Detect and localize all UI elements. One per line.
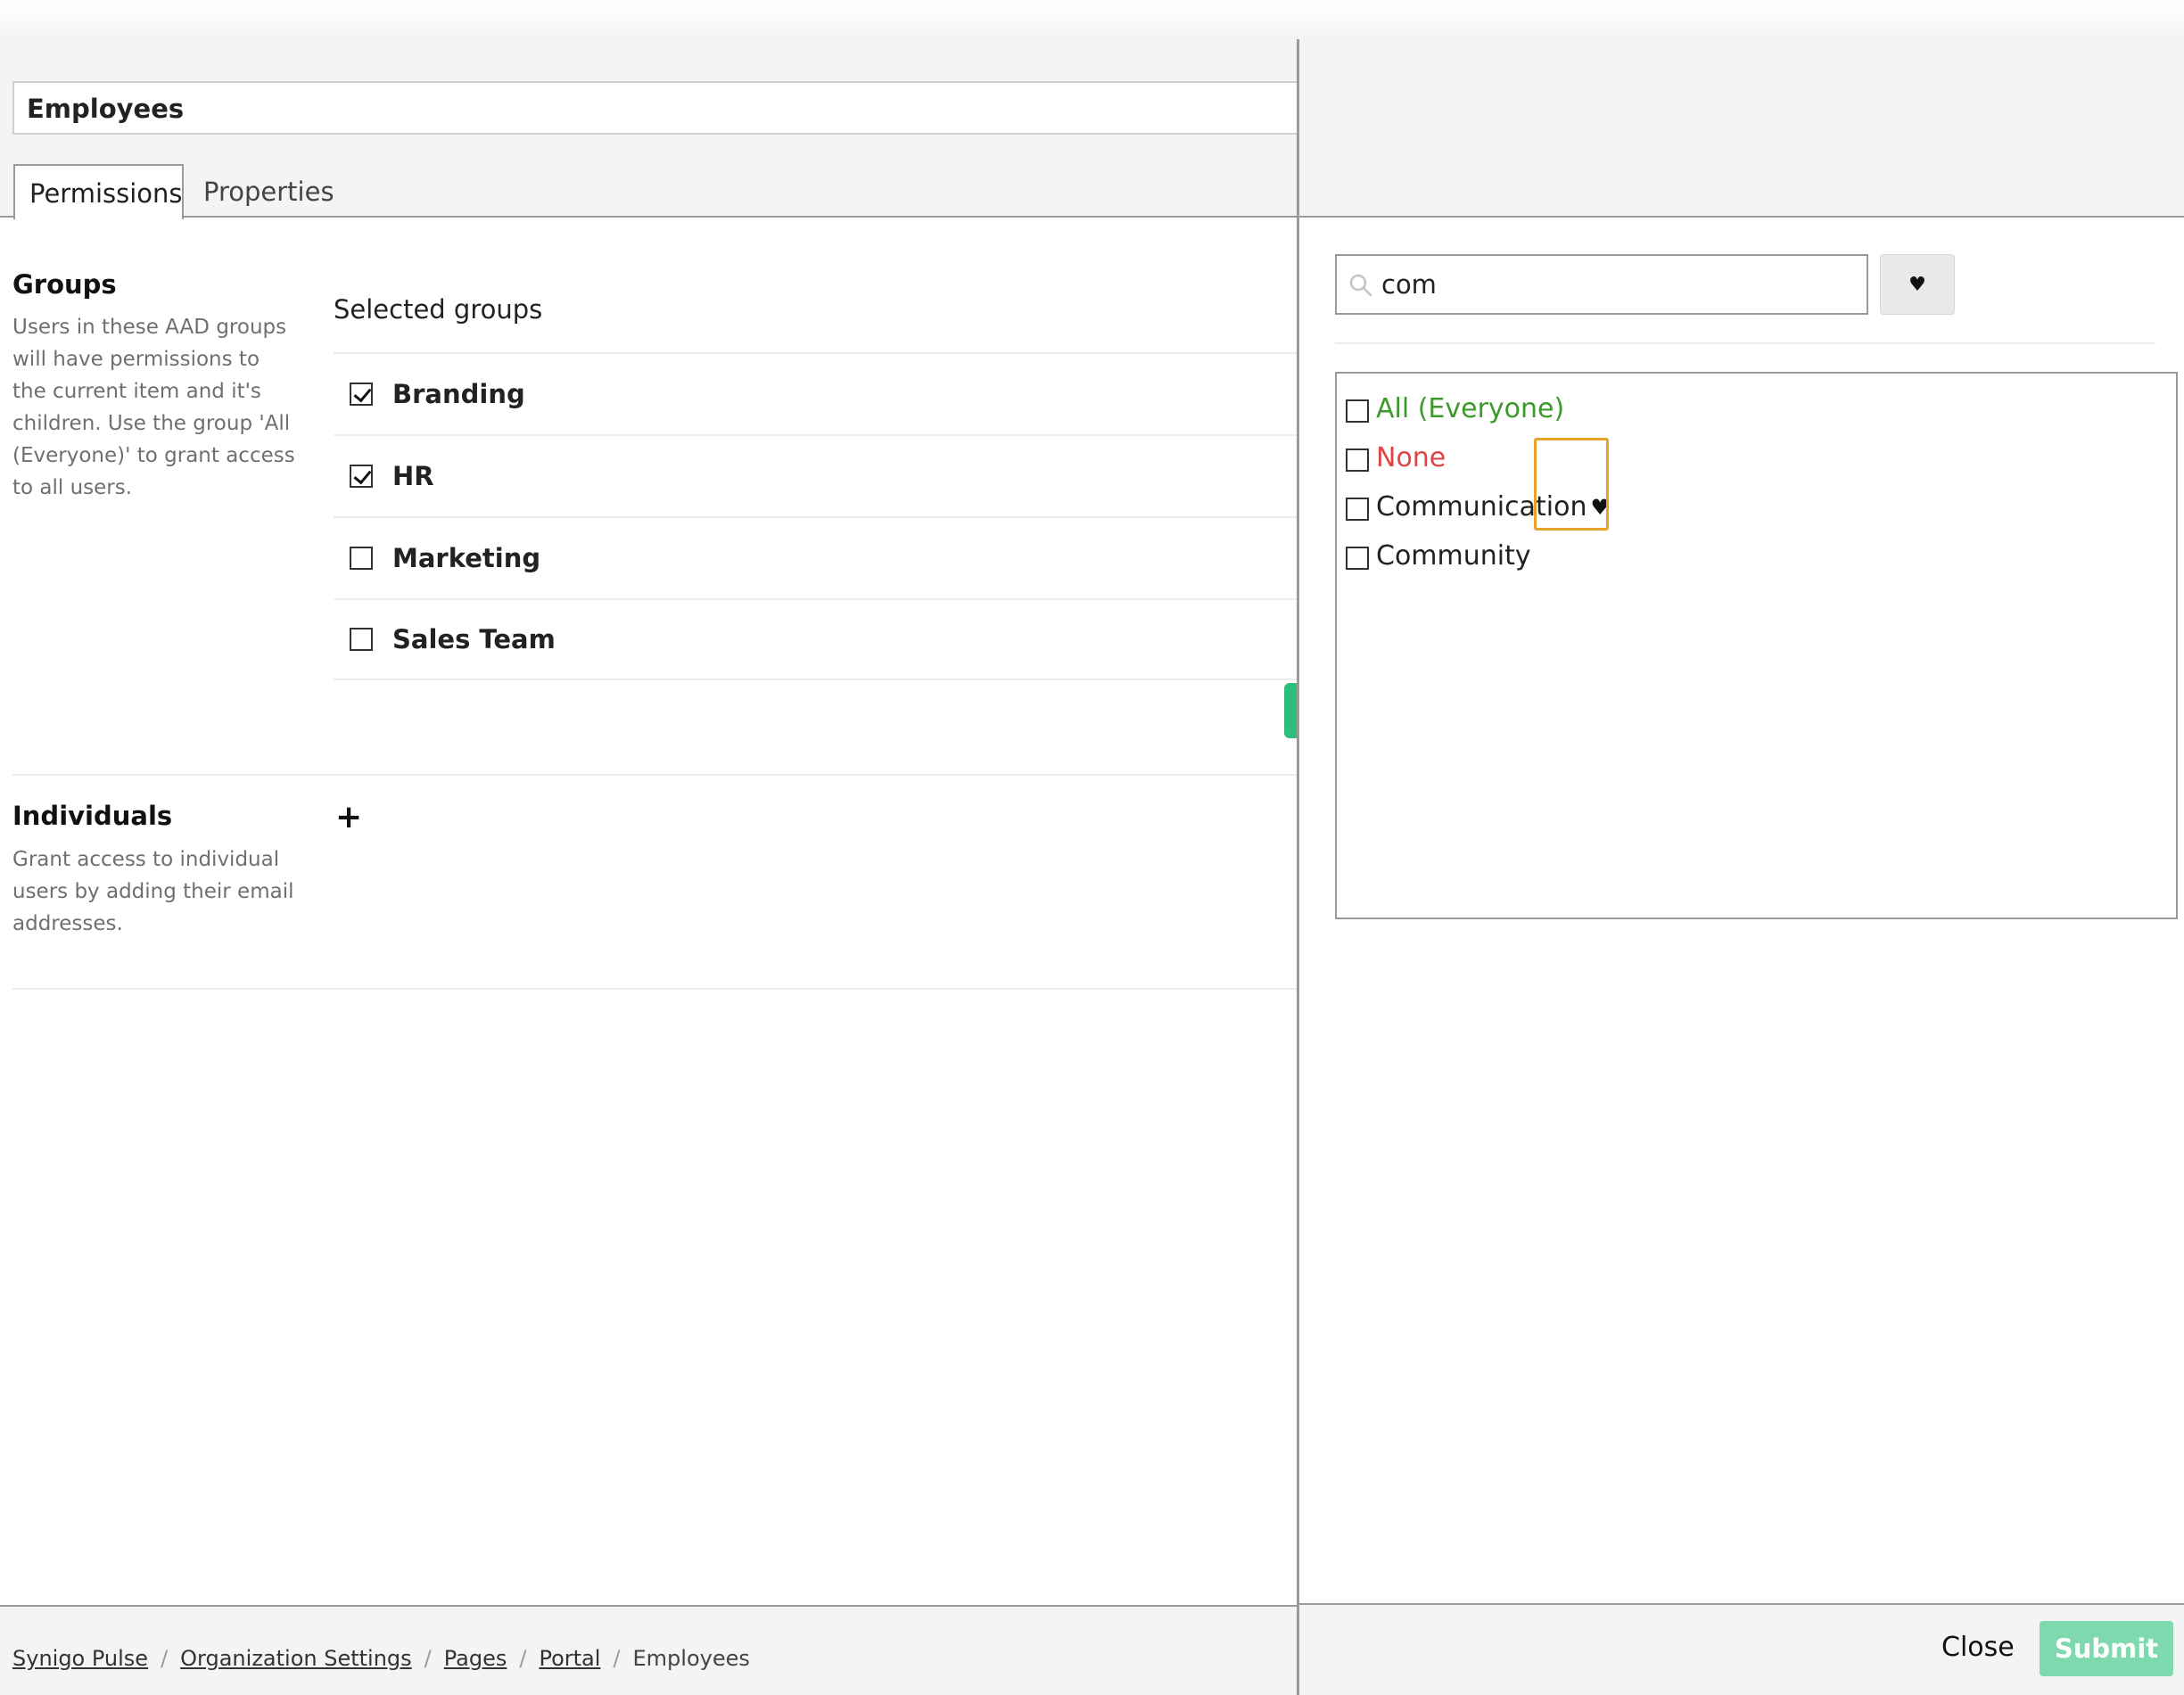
group-row-marketing[interactable]: Marketing bbox=[334, 516, 1297, 598]
selected-groups-label: Selected groups bbox=[334, 294, 543, 325]
result-checkbox-communication[interactable] bbox=[1346, 497, 1369, 521]
section-divider bbox=[12, 774, 1297, 776]
result-row-none[interactable]: None bbox=[1337, 433, 2176, 482]
breadcrumb-link-synigo-pulse[interactable]: Synigo Pulse bbox=[12, 1646, 148, 1671]
breadcrumb-link-pages[interactable]: Pages bbox=[444, 1646, 507, 1671]
group-name: Sales Team bbox=[392, 624, 556, 654]
group-checkbox-branding[interactable] bbox=[350, 383, 373, 406]
breadcrumb-separator: / bbox=[161, 1646, 169, 1671]
group-row-hr[interactable]: HR bbox=[334, 434, 1297, 516]
breadcrumb-separator: / bbox=[613, 1646, 621, 1671]
search-icon bbox=[1349, 274, 1372, 297]
group-row-branding[interactable]: Branding bbox=[334, 352, 1297, 434]
page-header: Employees Permissions Properties bbox=[0, 39, 1297, 219]
result-row-community[interactable]: Community bbox=[1337, 531, 2176, 580]
submit-button[interactable]: Submit bbox=[2040, 1621, 2173, 1676]
breadcrumb-current: Employees bbox=[632, 1646, 750, 1671]
breadcrumb-link-portal[interactable]: Portal bbox=[539, 1646, 600, 1671]
group-results-list: All (Everyone) None Communication ♥ Comm… bbox=[1335, 372, 2178, 919]
result-label: Community bbox=[1376, 540, 1531, 572]
result-row-all-everyone[interactable]: All (Everyone) bbox=[1337, 384, 2176, 433]
result-label: Communication bbox=[1376, 491, 1587, 522]
group-checkbox-sales-team[interactable] bbox=[350, 628, 373, 651]
add-individual-button[interactable]: + bbox=[335, 799, 362, 835]
result-row-communication[interactable]: Communication ♥ bbox=[1337, 482, 2176, 531]
main-content: Employees Permissions Properties Groups … bbox=[0, 39, 1297, 1695]
tab-permissions[interactable]: Permissions bbox=[13, 164, 184, 219]
add-group-button-edge[interactable] bbox=[1284, 683, 1297, 738]
favorite-heart-icon[interactable]: ♥ bbox=[1590, 495, 1610, 520]
heart-icon: ♥ bbox=[1908, 273, 1926, 296]
page-title-input[interactable]: Employees bbox=[12, 81, 1297, 135]
favorites-filter-button[interactable]: ♥ bbox=[1880, 254, 1955, 315]
group-picker-panel: ♥ All (Everyone) None Communication ♥ Co… bbox=[1297, 39, 2184, 1695]
panel-footer: Close Submit bbox=[1299, 1603, 2184, 1695]
group-name: Marketing bbox=[392, 543, 541, 573]
tab-properties[interactable]: Properties bbox=[203, 164, 334, 219]
window-top-shade bbox=[0, 0, 2184, 39]
group-checkbox-marketing[interactable] bbox=[350, 547, 373, 570]
result-checkbox-all-everyone[interactable] bbox=[1346, 399, 1369, 423]
panel-header bbox=[1299, 39, 2184, 218]
group-checkbox-hr[interactable] bbox=[350, 465, 373, 488]
panel-divider bbox=[1335, 342, 2155, 344]
individuals-section-description: Grant access to individual users by addi… bbox=[12, 848, 294, 935]
breadcrumb-separator: / bbox=[519, 1646, 527, 1671]
close-button[interactable]: Close bbox=[1941, 1632, 2015, 1663]
group-row-sales-team[interactable]: Sales Team bbox=[334, 598, 1297, 680]
result-label: None bbox=[1376, 442, 1446, 473]
group-name: HR bbox=[392, 461, 434, 491]
breadcrumb: Synigo Pulse / Organization Settings / P… bbox=[12, 1646, 750, 1671]
result-label: All (Everyone) bbox=[1376, 393, 1565, 424]
page-footer: Synigo Pulse / Organization Settings / P… bbox=[0, 1605, 1297, 1695]
result-checkbox-community[interactable] bbox=[1346, 546, 1369, 570]
groups-section-title: Groups bbox=[12, 269, 117, 300]
breadcrumb-link-organization-settings[interactable]: Organization Settings bbox=[180, 1646, 412, 1671]
group-name: Branding bbox=[392, 379, 525, 409]
group-search-input[interactable] bbox=[1381, 256, 1863, 313]
selected-groups-list: Branding HR Marketing Sales Team bbox=[334, 352, 1297, 680]
breadcrumb-separator: / bbox=[424, 1646, 432, 1671]
section-divider bbox=[12, 988, 1297, 990]
groups-section-description: Users in these AAD groups will have perm… bbox=[12, 316, 295, 499]
individuals-section-title: Individuals bbox=[12, 801, 173, 831]
result-checkbox-none[interactable] bbox=[1346, 448, 1369, 472]
group-search-box[interactable] bbox=[1335, 254, 1868, 315]
